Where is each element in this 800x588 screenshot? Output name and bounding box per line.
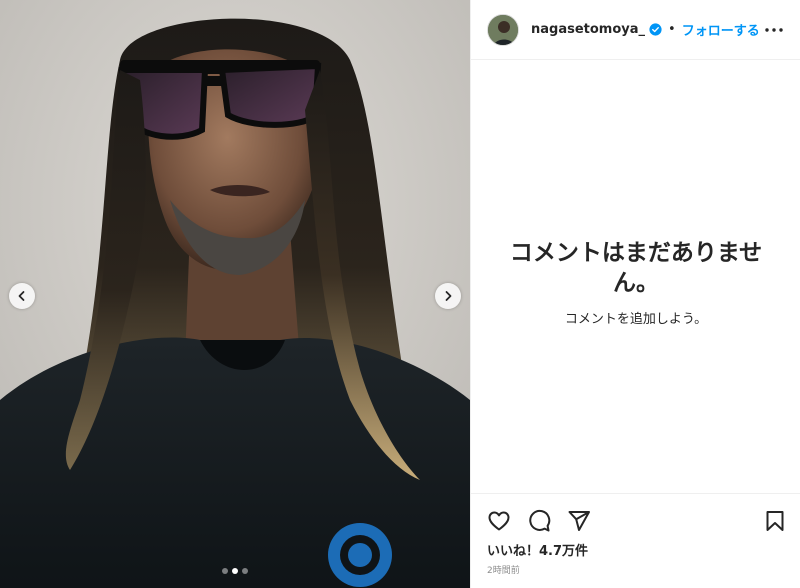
like-button[interactable] [487,509,511,533]
more-options-button[interactable] [762,18,786,42]
share-button[interactable] [567,509,591,533]
avatar-image [488,14,518,45]
follow-button[interactable]: フォローする [682,20,760,39]
post-sidebar: nagasetomoya_ • フォローする コメントはまだありません。 コメン… [470,0,800,588]
carousel-indicator [0,568,470,574]
header-separator: • [668,22,676,37]
carousel-prev-button[interactable] [9,283,35,309]
paper-plane-icon [568,511,590,531]
carousel-dot [222,568,228,574]
post-timestamp[interactable]: 2時間前 [471,559,800,576]
carousel-dot [242,568,248,574]
post-photo[interactable] [0,0,470,588]
action-bar [471,494,800,536]
post-actions-area: いいね！4.7万件 2時間前 [471,493,800,588]
portrait-image [0,0,470,588]
carousel-dot-active [232,568,238,574]
chevron-left-icon [18,291,25,301]
likes-count[interactable]: いいね！4.7万件 [471,536,800,559]
save-button[interactable] [763,509,787,533]
comment-bubble-icon [529,509,551,532]
empty-comments-subtitle: コメントを追加しよう。 [564,311,708,327]
comments-section: コメントはまだありません。 コメントを追加しよう。 [471,61,800,493]
verified-badge-icon [649,23,662,36]
empty-comments-title: コメントはまだありません。 [509,239,763,296]
comment-button[interactable] [527,509,551,533]
bookmark-icon [766,511,784,531]
post-header: nagasetomoya_ • フォローする [471,0,800,60]
heart-icon [488,511,510,531]
username-link[interactable]: nagasetomoya_ [531,22,645,37]
more-options-icon [765,27,783,32]
chevron-right-icon [445,291,452,301]
carousel-next-button[interactable] [435,283,461,309]
avatar[interactable] [487,13,519,46]
